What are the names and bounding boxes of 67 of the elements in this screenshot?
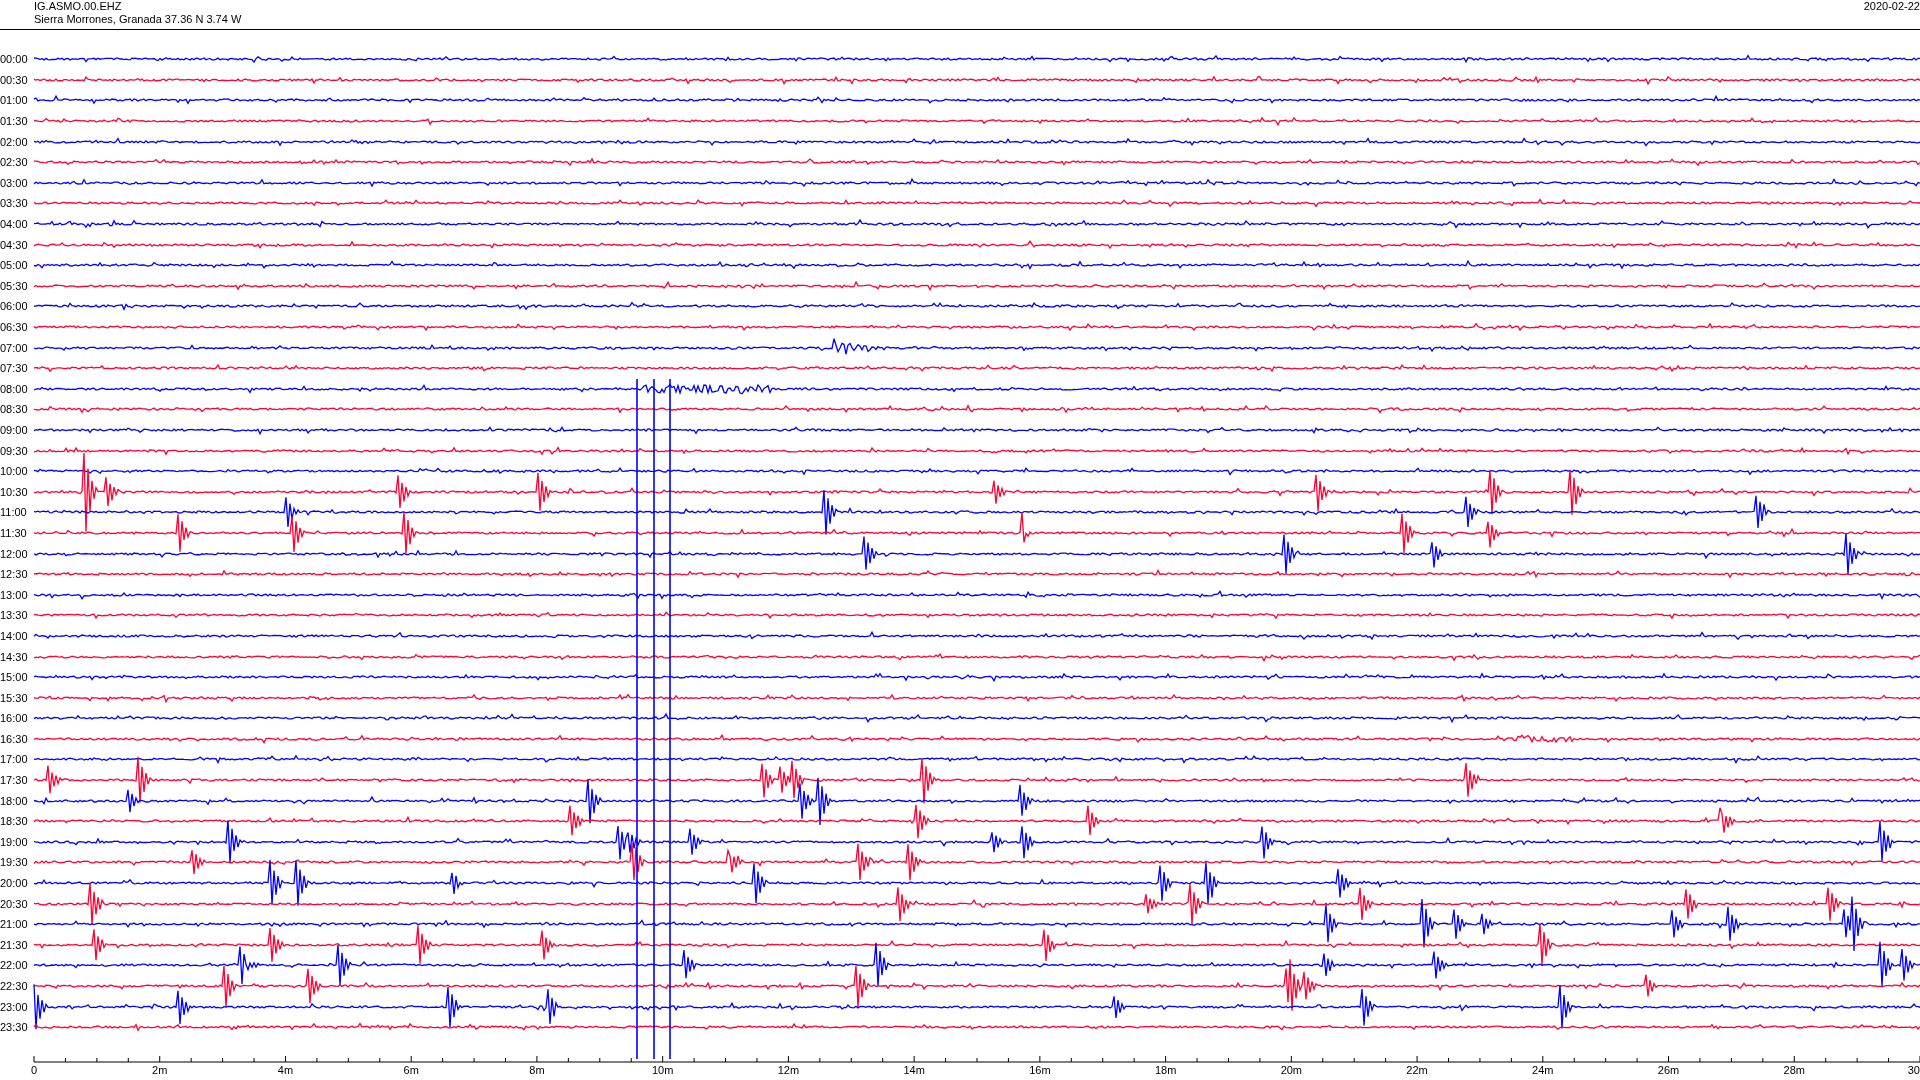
axis-tick-label: 14m xyxy=(903,1063,925,1076)
plot-date: 2020-02-22 xyxy=(1863,0,1920,14)
time-label: 18:30 xyxy=(0,815,29,828)
time-label: 09:30 xyxy=(0,444,29,457)
axis-tick-label: 2m xyxy=(152,1063,168,1076)
axis-tick-label: 18m xyxy=(1154,1063,1177,1076)
time-label: 21:00 xyxy=(0,918,29,931)
time-label: 19:30 xyxy=(0,856,29,869)
time-label: 16:00 xyxy=(0,712,29,725)
time-label: 14:30 xyxy=(0,650,29,663)
axis-tick-label: 24m xyxy=(1532,1063,1554,1076)
time-label: 11:30 xyxy=(0,526,28,539)
time-label: 17:00 xyxy=(0,753,29,766)
time-label: 02:00 xyxy=(0,135,29,148)
time-label: 16:30 xyxy=(0,732,29,745)
time-label: 23:00 xyxy=(0,1000,29,1013)
axis-tick-label: 30 xyxy=(1907,1063,1920,1076)
time-label: 22:00 xyxy=(0,959,29,972)
time-label: 21:30 xyxy=(0,938,29,951)
axis-tick-label: 12m xyxy=(777,1063,800,1076)
axis-tick-label: 4m xyxy=(277,1063,294,1076)
time-label: 03:00 xyxy=(0,176,29,189)
time-label: 07:00 xyxy=(0,341,29,354)
time-label: 08:30 xyxy=(0,403,29,416)
time-label: 14:00 xyxy=(0,629,29,642)
time-label: 05:30 xyxy=(0,279,29,292)
time-label: 04:30 xyxy=(0,238,29,251)
time-label: 15:30 xyxy=(0,691,29,704)
time-label: 03:30 xyxy=(0,197,29,210)
axis-tick-label: 6m xyxy=(403,1063,419,1076)
axis-tick-label: 28m xyxy=(1783,1063,1805,1076)
time-label: 19:00 xyxy=(0,835,29,848)
time-label: 00:30 xyxy=(0,73,29,86)
axis-tick-label: 8m xyxy=(529,1063,545,1076)
time-label: 01:30 xyxy=(0,115,29,128)
time-label: 06:30 xyxy=(0,321,29,333)
axis-tick-label: 10m xyxy=(651,1063,674,1076)
time-label: 04:00 xyxy=(0,218,29,231)
station-location: Sierra Morrones, Granada 37.36 N 3.74 W xyxy=(34,13,242,26)
time-label: 15:00 xyxy=(0,671,29,684)
time-label: 17:30 xyxy=(0,774,29,787)
time-label: 10:00 xyxy=(0,465,29,478)
axis-tick-label: 26m xyxy=(1657,1063,1680,1076)
time-label: 20:00 xyxy=(0,877,29,890)
axis-tick-label: 20m xyxy=(1280,1063,1303,1076)
time-label: 08:00 xyxy=(0,382,29,395)
time-label: 22:30 xyxy=(0,980,29,992)
axis-tick-label: 16m xyxy=(1029,1063,1051,1076)
time-label: 23:30 xyxy=(0,1021,29,1034)
time-label: 00:00 xyxy=(0,53,29,66)
time-label: 12:30 xyxy=(0,568,29,581)
time-label: 06:00 xyxy=(0,300,29,313)
axis-tick-label: 22m xyxy=(1406,1063,1428,1076)
axis-tick-label: 0 xyxy=(31,1063,38,1076)
time-label: 10:30 xyxy=(0,485,29,498)
station-code: IG.ASMO.00.EHZ xyxy=(34,0,123,13)
time-label: 07:30 xyxy=(0,362,29,375)
time-label: 01:00 xyxy=(0,94,29,107)
time-label: 20:30 xyxy=(0,897,29,910)
time-label: 05:00 xyxy=(0,259,29,272)
time-label: 13:00 xyxy=(0,588,29,601)
time-label: 09:00 xyxy=(0,424,29,436)
time-label: 13:30 xyxy=(0,609,29,622)
time-label: 18:00 xyxy=(0,794,29,807)
time-label: 12:00 xyxy=(0,547,29,560)
time-label: 02:30 xyxy=(0,156,29,169)
time-label: 11:00 xyxy=(0,506,28,519)
